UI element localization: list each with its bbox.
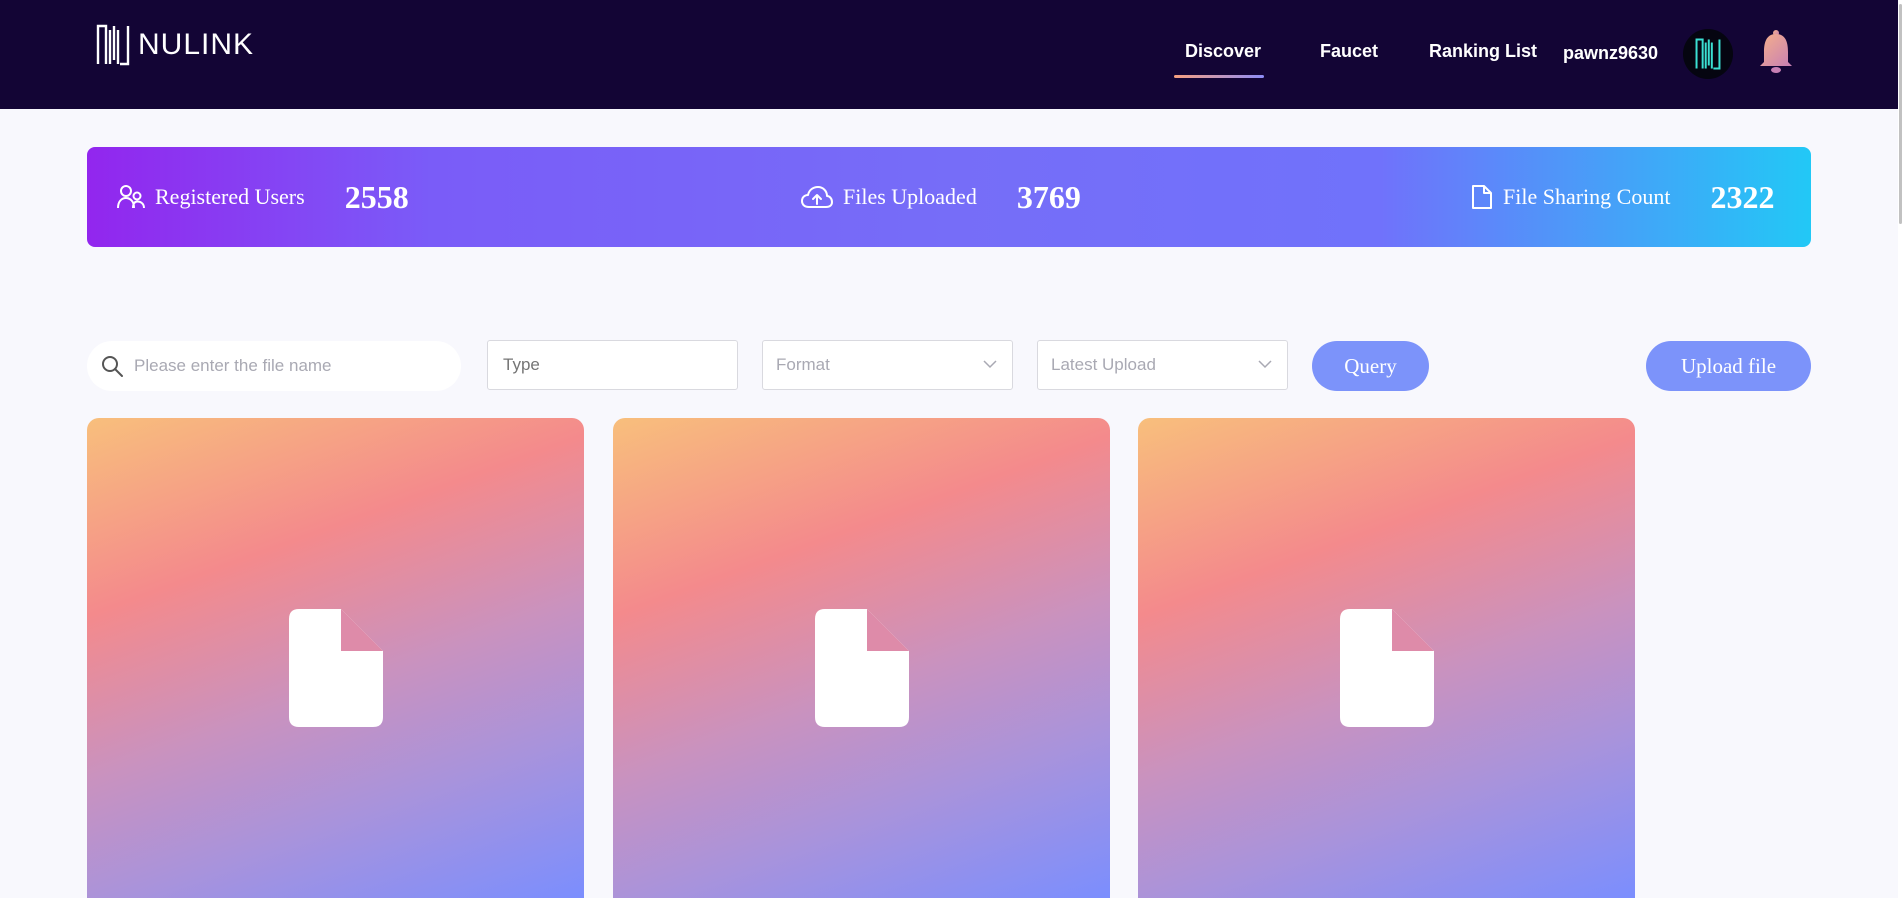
format-select[interactable]: Format bbox=[762, 340, 1013, 390]
search-box[interactable] bbox=[87, 341, 461, 391]
stat-value: 2322 bbox=[1710, 178, 1775, 215]
username[interactable]: pawnz9630 bbox=[1563, 43, 1658, 64]
query-button[interactable]: Query bbox=[1312, 341, 1429, 391]
nav-faucet[interactable]: Faucet bbox=[1320, 41, 1378, 62]
stat-value: 2558 bbox=[344, 178, 409, 215]
sort-select[interactable]: Latest Upload bbox=[1037, 340, 1288, 390]
stat-label: Files Uploaded bbox=[843, 184, 977, 209]
stat-files-uploaded: Files Uploaded 3769 bbox=[801, 147, 1081, 247]
file-card[interactable] bbox=[87, 418, 584, 898]
scrollbar-thumb[interactable] bbox=[1899, 4, 1902, 224]
logo-text: NULINK bbox=[138, 28, 255, 61]
file-icon bbox=[289, 609, 383, 727]
nulink-logo-icon bbox=[96, 24, 130, 66]
nulink-logo-icon bbox=[1695, 38, 1721, 70]
file-icon bbox=[1340, 609, 1434, 727]
chevron-down-icon bbox=[983, 360, 997, 369]
type-field[interactable] bbox=[487, 340, 738, 390]
nav-ranking-list[interactable]: Ranking List bbox=[1429, 41, 1537, 62]
cloud-upload-icon bbox=[801, 186, 833, 208]
search-input[interactable] bbox=[132, 355, 456, 377]
nav-active-indicator bbox=[1174, 75, 1264, 78]
bell-icon[interactable] bbox=[1757, 28, 1795, 76]
sort-select-value: Latest Upload bbox=[1051, 355, 1156, 374]
file-icon bbox=[815, 609, 909, 727]
stats-banner: Registered Users 2558 Files Uploaded 376… bbox=[87, 147, 1811, 247]
type-input[interactable] bbox=[501, 354, 725, 376]
stat-file-sharing-count: File Sharing Count 2322 bbox=[1471, 147, 1774, 247]
page-scrollbar[interactable] bbox=[1898, 0, 1903, 898]
avatar[interactable] bbox=[1683, 29, 1733, 79]
stat-label: File Sharing Count bbox=[1503, 184, 1671, 209]
file-card[interactable] bbox=[1138, 418, 1635, 898]
stat-value: 3769 bbox=[1016, 178, 1081, 215]
nav-discover[interactable]: Discover bbox=[1185, 41, 1261, 62]
file-icon bbox=[1472, 185, 1492, 209]
search-icon bbox=[102, 356, 123, 377]
chevron-down-icon bbox=[1258, 360, 1272, 369]
file-card[interactable] bbox=[613, 418, 1110, 898]
top-navbar: NULINK Discover Faucet Ranking List pawn… bbox=[0, 0, 1903, 109]
upload-file-button[interactable]: Upload file bbox=[1646, 341, 1811, 391]
users-icon bbox=[117, 185, 145, 209]
format-select-value: Format bbox=[776, 355, 830, 374]
stat-registered-users: Registered Users 2558 bbox=[117, 147, 409, 247]
logo[interactable]: NULINK bbox=[96, 24, 254, 66]
stat-label: Registered Users bbox=[155, 184, 305, 209]
